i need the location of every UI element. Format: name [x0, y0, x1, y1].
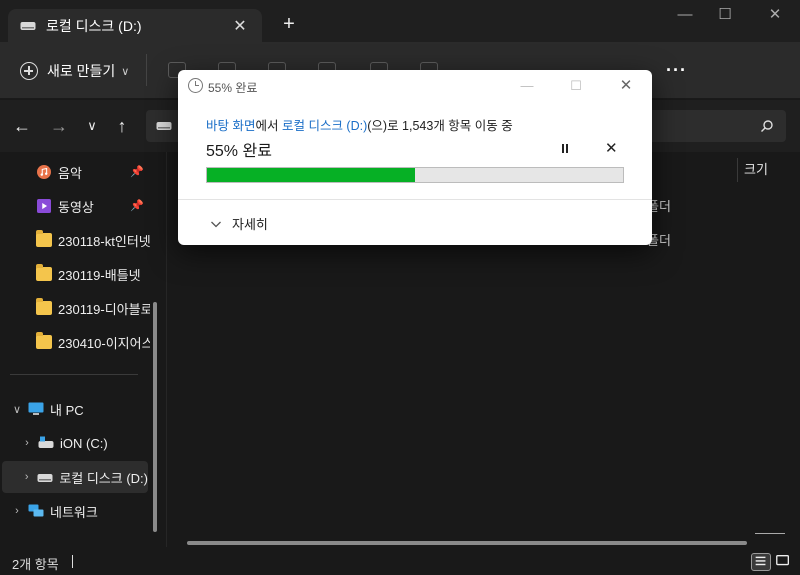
sidebar-item-label: 로컬 디스크 (D:)	[59, 470, 148, 486]
folder-icon	[36, 230, 52, 247]
tiles-view-button[interactable]	[774, 553, 794, 571]
sidebar-item-label: 내 PC	[50, 402, 84, 418]
scrollbar-corner	[755, 533, 785, 534]
stop-icon[interactable]: ✕	[605, 139, 618, 157]
chevron-right-icon[interactable]: ›	[8, 505, 26, 517]
sidebar-item-drive-d[interactable]: › 로컬 디스크 (D:)	[2, 461, 148, 493]
pc-icon	[28, 402, 44, 415]
up-button[interactable]: ↑	[110, 114, 134, 138]
maximize-button[interactable]: ☐	[710, 4, 740, 26]
sidebar-item-label: 음악	[58, 165, 82, 181]
forward-button[interactable]: →	[47, 114, 71, 138]
details-view-button[interactable]	[751, 553, 771, 571]
new-button[interactable]: 새로 만들기 ∨	[20, 58, 129, 84]
dialog-close-button[interactable]: ✕	[613, 76, 639, 96]
folder-icon	[36, 332, 52, 349]
desc-text: 에서	[255, 119, 282, 133]
plus-circle-icon	[20, 62, 38, 80]
more-options-button[interactable]: ···	[666, 60, 687, 81]
dialog-minimize-button[interactable]: —	[514, 76, 540, 96]
title-bar: 로컬 디스크 (D:) ✕ + — ☐ ✕	[0, 0, 800, 42]
sidebar-item-folder[interactable]: 230118-kt인터넷	[0, 224, 150, 256]
tab-local-disk[interactable]: 로컬 디스크 (D:) ✕	[8, 9, 262, 42]
sidebar-item-music[interactable]: 음악 📌	[0, 156, 150, 188]
sidebar-item-folder[interactable]: 230410-이지어스	[0, 326, 150, 358]
sidebar-item-drive-c[interactable]: › iON (C:)	[0, 427, 150, 459]
pin-icon: 📌	[130, 200, 144, 212]
column-header-size[interactable]: 크기	[737, 158, 768, 182]
sidebar-item-label: 230119-배틀넷	[58, 267, 141, 283]
item-count: 2개 항목	[12, 557, 59, 572]
pause-icon[interactable]	[556, 140, 574, 158]
chevron-down-icon: ∨	[121, 65, 130, 78]
tab-title: 로컬 디스크 (D:)	[46, 17, 142, 34]
details-label: 자세히	[232, 217, 268, 232]
dialog-maximize-button: ☐	[570, 78, 582, 93]
sidebar-item-label: iON (C:)	[60, 435, 108, 451]
minimize-button[interactable]: —	[670, 4, 700, 26]
chevron-right-icon[interactable]: ›	[18, 437, 36, 449]
sidebar-item-label: 동영상	[58, 199, 94, 215]
sidebar-item-folder[interactable]: 230119-배틀넷	[0, 258, 150, 290]
horizontal-scrollbar[interactable]	[187, 541, 747, 545]
sidebar-item-label: 230118-kt인터넷	[58, 233, 150, 249]
tab-close-icon[interactable]: ✕	[226, 16, 254, 36]
sidebar-item-label: 네트워크	[50, 504, 98, 520]
progress-fill	[207, 168, 415, 182]
percent-complete: 55% 완료	[206, 143, 272, 160]
progress-bar	[206, 167, 624, 183]
sidebar-scrollbar[interactable]	[153, 302, 157, 532]
sidebar-divider	[10, 374, 138, 375]
pin-icon: 📌	[130, 166, 144, 178]
clock-icon	[188, 78, 203, 93]
operation-description: 바탕 화면에서 로컬 디스크 (D:)(으)로 1,543개 항목 이동 중	[206, 115, 513, 134]
network-icon	[28, 504, 44, 517]
new-tab-button[interactable]: +	[279, 12, 299, 36]
dialog-divider	[178, 199, 652, 200]
video-icon	[37, 199, 51, 213]
destination-link[interactable]: 로컬 디스크 (D:)	[282, 119, 367, 133]
sidebar-item-videos[interactable]: 동영상 📌	[0, 190, 150, 222]
sidebar-item-this-pc[interactable]: ∨ 내 PC	[0, 393, 150, 425]
details-view-icon	[755, 556, 766, 566]
sidebar-item-folder[interactable]: 230119-디아블로	[0, 292, 150, 324]
more-details-button[interactable]: 자세히	[210, 214, 268, 233]
system-drive-icon	[38, 436, 54, 448]
toolbar-divider	[146, 54, 147, 86]
navigation-pane: 음악 📌 동영상 📌 230118-kt인터넷 230119-배틀넷 23011…	[0, 152, 160, 547]
drive-icon	[156, 122, 172, 130]
move-progress-dialog: 55% 완료 — ☐ ✕ 바탕 화면에서 로컬 디스크 (D:)(으)로 1,5…	[178, 70, 652, 245]
recent-locations-button[interactable]: ∨	[80, 114, 104, 138]
chevron-down-icon	[211, 221, 221, 227]
sidebar-item-label: 230119-디아블로	[58, 301, 150, 317]
drive-icon	[37, 474, 53, 482]
status-bar: 2개 항목	[0, 549, 800, 575]
status-divider	[72, 555, 73, 568]
chevron-right-icon[interactable]: ›	[18, 471, 35, 483]
dialog-title: 55% 완료	[208, 81, 258, 95]
new-button-label: 새로 만들기	[47, 63, 116, 79]
sidebar-item-label: 230410-이지어스	[58, 335, 150, 351]
search-icon[interactable]	[760, 119, 774, 133]
back-button[interactable]: ←	[10, 114, 34, 138]
folder-icon	[36, 298, 52, 315]
tiles-view-icon	[776, 555, 789, 566]
chevron-down-icon[interactable]: ∨	[8, 403, 26, 416]
folder-icon	[36, 264, 52, 281]
source-link[interactable]: 바탕 화면	[206, 119, 255, 133]
close-window-button[interactable]: ✕	[760, 4, 790, 26]
music-icon	[37, 165, 51, 179]
sidebar-item-network[interactable]: › 네트워크	[0, 495, 150, 527]
drive-icon	[20, 21, 36, 30]
desc-text: (으)로 1,543개 항목 이동 중	[367, 119, 513, 133]
